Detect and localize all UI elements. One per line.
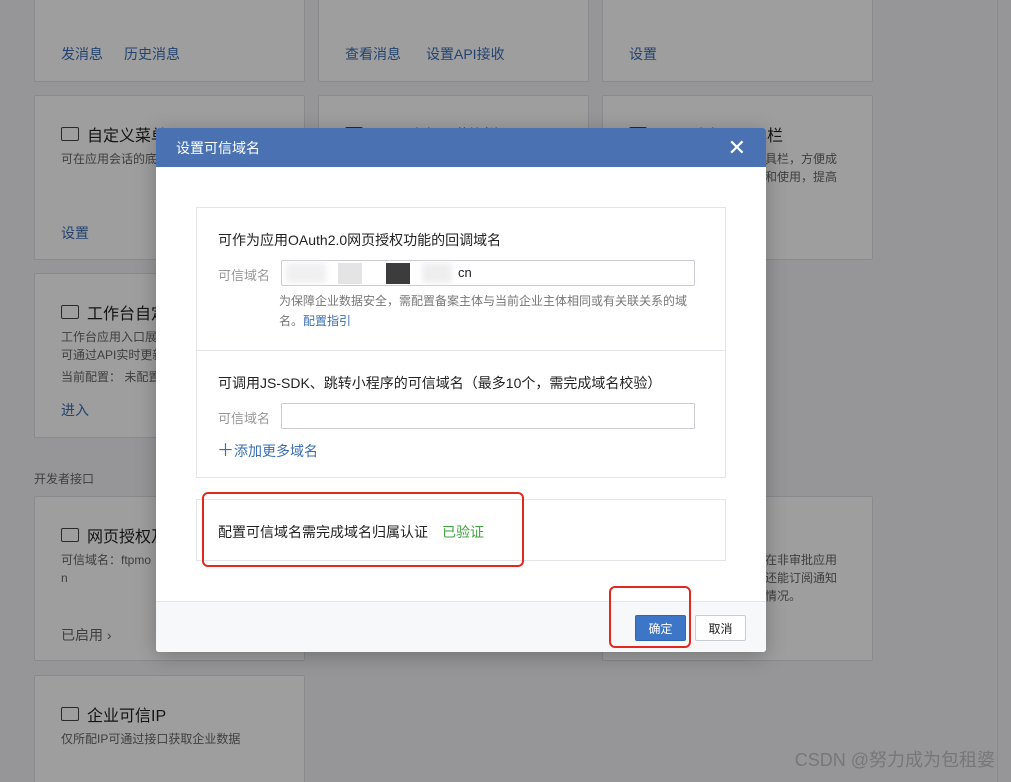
close-icon[interactable]: ✕ bbox=[728, 136, 746, 159]
oauth-domain-panel: 可作为应用OAuth2.0网页授权功能的回调域名 可信域名 cn 为保障企业数据… bbox=[196, 207, 726, 351]
redacted-mask bbox=[338, 263, 362, 284]
add-more-label: 添加更多域名 bbox=[234, 443, 318, 459]
config-guide-link[interactable]: 配置指引 bbox=[303, 314, 351, 328]
plus-icon: ＋ bbox=[217, 441, 234, 460]
dialog-title: 设置可信域名 bbox=[176, 139, 260, 156]
redacted-mask bbox=[386, 263, 410, 284]
jssdk-domain-input[interactable] bbox=[281, 403, 695, 429]
watermark: CSDN @努力成为包租婆 bbox=[794, 750, 995, 770]
oauth-section-title: 可作为应用OAuth2.0网页授权功能的回调域名 bbox=[218, 232, 502, 248]
annotation-box-verify bbox=[202, 492, 524, 567]
oauth-hint: 为保障企业数据安全，需配置备案主体与当前企业主体相同或有关联关系的域名。配置指引 bbox=[279, 291, 709, 331]
cancel-button[interactable]: 取消 bbox=[695, 615, 746, 641]
redacted-mask bbox=[422, 263, 452, 283]
annotation-box-confirm bbox=[609, 586, 691, 648]
jssdk-section-title: 可调用JS-SDK、跳转小程序的可信域名（最多10个，需完成域名校验） bbox=[218, 375, 662, 391]
oauth-domain-input[interactable]: cn bbox=[281, 260, 695, 286]
trusted-domain-dialog: 设置可信域名 ✕ 可作为应用OAuth2.0网页授权功能的回调域名 可信域名 c… bbox=[156, 128, 766, 652]
jssdk-domain-panel: 可调用JS-SDK、跳转小程序的可信域名（最多10个，需完成域名校验） 可信域名… bbox=[196, 350, 726, 478]
add-more-domain-button[interactable]: ＋添加更多域名 bbox=[217, 436, 318, 461]
oauth-domain-value: cn bbox=[458, 265, 472, 280]
dialog-header: 设置可信域名 ✕ bbox=[156, 128, 766, 167]
jssdk-field-label: 可信域名 bbox=[218, 411, 271, 426]
oauth-field-label: 可信域名 bbox=[218, 268, 271, 283]
redacted-mask bbox=[286, 263, 326, 283]
